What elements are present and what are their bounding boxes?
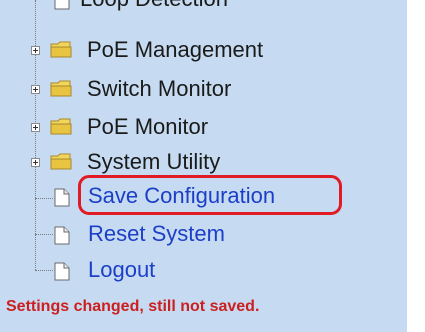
highlight-annotation <box>78 175 342 215</box>
tree-item-label: Loop Detection <box>80 0 228 12</box>
folder-icon <box>50 80 72 97</box>
tree-link-reset-system[interactable]: Reset System <box>0 220 300 248</box>
page-margin <box>407 0 425 332</box>
tree-link-logout[interactable]: Logout <box>0 256 200 284</box>
folder-icon <box>50 153 72 170</box>
document-icon <box>54 262 70 281</box>
expand-plus-icon[interactable] <box>31 85 40 94</box>
tree-folder-poe-monitor[interactable]: PoE Monitor <box>0 113 330 141</box>
document-icon <box>54 0 70 10</box>
tree-item-label: Switch Monitor <box>87 76 232 101</box>
tree-connector-line <box>35 0 36 14</box>
reset-system-link[interactable]: Reset System <box>88 221 225 247</box>
document-icon <box>54 188 70 207</box>
tree-folder-poe-management[interactable]: PoE Management <box>0 36 330 64</box>
folder-icon <box>50 118 72 135</box>
document-icon <box>54 226 70 245</box>
navigation-tree-panel: Loop Detection PoE Management Switch Mon… <box>0 0 425 332</box>
status-message: Settings changed, still not saved. <box>6 298 260 315</box>
expand-plus-icon[interactable] <box>31 123 40 132</box>
tree-item-label: PoE Management <box>87 37 264 62</box>
tree-item-label: System Utility <box>87 149 221 174</box>
logout-link[interactable]: Logout <box>88 257 155 283</box>
tree-folder-system-utility[interactable]: System Utility <box>0 148 330 176</box>
expand-plus-icon[interactable] <box>31 46 40 55</box>
tree-item-label: PoE Monitor <box>87 114 209 139</box>
expand-plus-icon[interactable] <box>31 158 40 167</box>
tree-folder-switch-monitor[interactable]: Switch Monitor <box>0 75 330 103</box>
folder-icon <box>50 41 72 58</box>
tree-item-loop-detection[interactable]: Loop Detection <box>40 0 320 14</box>
